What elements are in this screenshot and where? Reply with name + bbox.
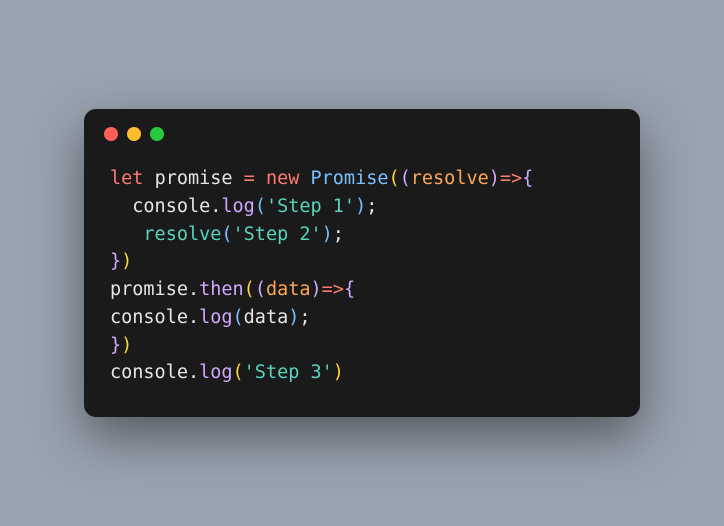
call-resolve: resolve	[143, 224, 221, 245]
identifier-console: console	[132, 196, 210, 217]
brace: {	[344, 279, 355, 300]
paren: )	[355, 196, 366, 217]
class-promise: Promise	[311, 168, 389, 189]
paren: (	[255, 196, 266, 217]
method-then: then	[199, 279, 244, 300]
dot: .	[188, 307, 199, 328]
method-log: log	[199, 307, 232, 328]
paren: )	[322, 224, 333, 245]
brace: }	[110, 335, 121, 356]
dot: .	[188, 362, 199, 383]
paren: (	[221, 224, 232, 245]
paren: (	[233, 307, 244, 328]
code-line: })	[110, 251, 132, 272]
paren: )	[288, 307, 299, 328]
param-resolve: resolve	[411, 168, 489, 189]
code-window: let promise = new Promise((resolve)=>{ c…	[84, 109, 640, 417]
dot: .	[188, 279, 199, 300]
paren: )	[489, 168, 500, 189]
string-literal: 'Step 3'	[244, 362, 333, 383]
code-line: console.log('Step 1');	[110, 196, 377, 217]
paren: )	[121, 251, 132, 272]
keyword-let: let	[110, 168, 143, 189]
zoom-icon[interactable]	[150, 127, 164, 141]
code-line: promise.then((data)=>{	[110, 279, 355, 300]
code-line: })	[110, 335, 132, 356]
code-block: let promise = new Promise((resolve)=>{ c…	[84, 147, 640, 417]
method-log: log	[199, 362, 232, 383]
brace: {	[522, 168, 533, 189]
semicolon: ;	[366, 196, 377, 217]
paren: (	[233, 362, 244, 383]
code-line: let promise = new Promise((resolve)=>{	[110, 168, 533, 189]
identifier-data: data	[244, 307, 289, 328]
paren: (	[400, 168, 411, 189]
operator-arrow: =>	[500, 168, 522, 189]
close-icon[interactable]	[104, 127, 118, 141]
operator-assign: =	[244, 168, 255, 189]
paren: (	[388, 168, 399, 189]
identifier-promise: promise	[155, 168, 233, 189]
dot: .	[210, 196, 221, 217]
code-line: console.log('Step 3')	[110, 362, 344, 383]
method-log: log	[221, 196, 254, 217]
minimize-icon[interactable]	[127, 127, 141, 141]
identifier-promise: promise	[110, 279, 188, 300]
paren: (	[244, 279, 255, 300]
semicolon: ;	[333, 224, 344, 245]
identifier-console: console	[110, 362, 188, 383]
window-titlebar	[84, 109, 640, 147]
keyword-new: new	[266, 168, 299, 189]
string-literal: 'Step 1'	[266, 196, 355, 217]
identifier-console: console	[110, 307, 188, 328]
operator-arrow: =>	[322, 279, 344, 300]
semicolon: ;	[299, 307, 310, 328]
paren: )	[333, 362, 344, 383]
code-line: resolve('Step 2');	[110, 224, 344, 245]
param-data: data	[266, 279, 311, 300]
brace: }	[110, 251, 121, 272]
paren: (	[255, 279, 266, 300]
paren: )	[121, 335, 132, 356]
code-line: console.log(data);	[110, 307, 311, 328]
paren: )	[311, 279, 322, 300]
string-literal: 'Step 2'	[233, 224, 322, 245]
